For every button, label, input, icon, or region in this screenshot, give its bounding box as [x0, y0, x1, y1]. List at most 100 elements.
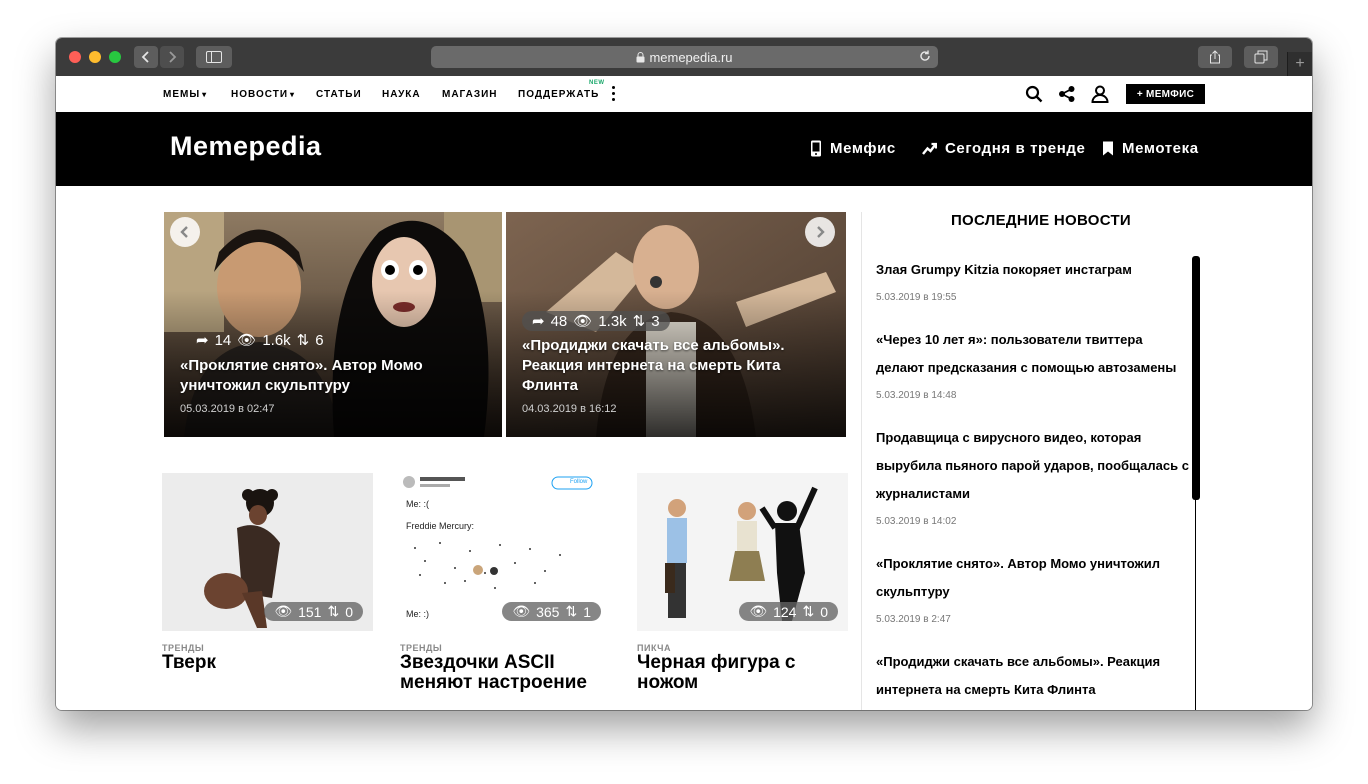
- chevron-right-icon: [169, 51, 177, 63]
- minimize-window-button[interactable]: [89, 51, 101, 63]
- address-bar[interactable]: memepedia.ru: [431, 46, 938, 68]
- card-title[interactable]: Черная фигура с ножом: [637, 653, 852, 693]
- eye-icon: 👁: [274, 603, 293, 619]
- news-date: 5.03.2019 в 14:02: [876, 516, 957, 527]
- url-text: memepedia.ru: [649, 49, 733, 65]
- back-button[interactable]: [134, 46, 158, 68]
- forward-button[interactable]: [160, 46, 184, 68]
- chevron-down-icon: ▾: [290, 90, 296, 99]
- news-title[interactable]: Злая Grumpy Kitzia покоряет инстаграм: [876, 256, 1192, 284]
- slider-item[interactable]: ➦ 14 👁 1.6k ⇅ 6 «Проклятие снято». Автор Мо…: [164, 212, 502, 437]
- slider-next-button[interactable]: [805, 217, 835, 247]
- sidebar-scrollbar[interactable]: [1192, 256, 1200, 500]
- lock-icon: [636, 51, 645, 62]
- card-stats: 👁 124 ⇅ 0: [739, 602, 838, 621]
- share-arrow-icon: ➦: [532, 313, 545, 330]
- latest-news-sidebar: ПОСЛЕДНИЕ НОВОСТИ Злая Grumpy Kitzia пок…: [861, 212, 1202, 710]
- votes-icon: ⇅: [565, 603, 578, 619]
- slide-date: 04.03.2019 в 16:12: [522, 403, 617, 415]
- article-card[interactable]: 👁 151 ⇅ 0 ТРЕНДЫ Тверк: [162, 473, 373, 673]
- news-item[interactable]: «Проклятие снято». Автор Момо уничтожил …: [876, 550, 1192, 625]
- tabs-overview-button[interactable]: [1244, 46, 1278, 68]
- tweet-line: Freddie Mercury:: [406, 521, 475, 531]
- trend-icon: [922, 142, 937, 155]
- share-network-icon[interactable]: [1058, 85, 1076, 103]
- news-date: 5.03.2019 в 14:48: [876, 390, 957, 401]
- share-button[interactable]: [1198, 46, 1232, 68]
- chevron-left-icon: [180, 226, 188, 238]
- browser-toolbar: memepedia.ru +: [56, 38, 1312, 77]
- nav-item-shop[interactable]: МАГАЗИН: [442, 89, 498, 100]
- tweet-line: Me: :(: [406, 499, 430, 509]
- browser-window: memepedia.ru + МЕМЫ ▾ НОВОСТИ ▾ СТАТЬИ НАУ…: [56, 38, 1312, 710]
- news-title[interactable]: «Проклятие снято». Автор Момо уничтожил …: [876, 550, 1192, 606]
- news-item[interactable]: «Через 10 лет я»: пользователи твиттера …: [876, 326, 1192, 401]
- tweet-line: Me: :): [406, 609, 430, 619]
- reload-icon[interactable]: [918, 49, 932, 63]
- card-thumbnail[interactable]: 👁 151 ⇅ 0: [162, 473, 373, 631]
- card-thumbnail[interactable]: 👁 124 ⇅ 0: [637, 473, 848, 631]
- article-card[interactable]: Follow Me: :( Freddie Mercury: Me: :) 👁 3…: [400, 473, 611, 693]
- tabs-icon: [1254, 50, 1268, 64]
- news-date: 5.03.2019 в 2:47: [876, 614, 951, 625]
- votes-icon: ⇅: [802, 603, 815, 619]
- share-icon: [1210, 50, 1220, 64]
- news-date: 5.03.2019 в 19:55: [876, 292, 957, 303]
- slider-prev-button[interactable]: [170, 217, 200, 247]
- header-link-memfis[interactable]: Мемфис: [810, 140, 896, 157]
- nav-item-news[interactable]: НОВОСТИ ▾: [231, 89, 295, 100]
- header-link-trending[interactable]: Сегодня в тренде: [922, 140, 1085, 157]
- share-arrow-icon: ➦: [196, 332, 209, 349]
- news-title[interactable]: Продавщица с вирусного видео, которая вы…: [876, 424, 1192, 508]
- article-card[interactable]: 👁 124 ⇅ 0 ПИКЧА Черная фигура с ножом: [637, 473, 848, 693]
- card-title[interactable]: Тверк: [162, 653, 377, 673]
- nav-item-support[interactable]: ПОДДЕРЖАТЬ: [518, 89, 599, 100]
- news-item[interactable]: Злая Grumpy Kitzia покоряет инстаграм 5.…: [876, 256, 1192, 303]
- votes-icon: ⇅: [296, 332, 310, 349]
- chevron-left-icon: [141, 51, 149, 63]
- close-window-button[interactable]: [69, 51, 81, 63]
- zoom-window-button[interactable]: [109, 51, 121, 63]
- sidebar-title: ПОСЛЕДНИЕ НОВОСТИ: [950, 212, 1132, 229]
- card-thumbnail[interactable]: Follow Me: :( Freddie Mercury: Me: :) 👁 3…: [400, 473, 611, 631]
- slide-stats: ➦ 48 👁 1.3k ⇅ 3: [522, 311, 670, 331]
- top-navigation: МЕМЫ ▾ НОВОСТИ ▾ СТАТЬИ НАУКА МАГАЗИН ПОДД…: [56, 76, 1312, 112]
- sidebar-icon: [206, 51, 222, 63]
- votes-icon: ⇅: [632, 313, 646, 330]
- votes-icon: ⇅: [327, 603, 340, 619]
- chevron-down-icon: ▾: [202, 90, 208, 99]
- phone-icon: [811, 140, 821, 157]
- add-memfis-button[interactable]: + МЕМФИС: [1126, 84, 1205, 104]
- eye-icon: 👁: [573, 313, 593, 330]
- eye-icon: 👁: [749, 603, 768, 619]
- search-icon[interactable]: [1025, 85, 1043, 103]
- card-stats: 👁 365 ⇅ 1: [502, 602, 601, 621]
- news-title[interactable]: «Продиджи скачать все альбомы». Реакция …: [876, 648, 1192, 704]
- card-title[interactable]: Звездочки ASCII меняют настроение: [400, 653, 615, 693]
- new-badge: NEW: [589, 80, 605, 86]
- user-icon[interactable]: [1091, 85, 1109, 103]
- slider-item[interactable]: ➦ 48 👁 1.3k ⇅ 3 «Продиджи скачать все альбо…: [506, 212, 846, 437]
- news-item[interactable]: «Продиджи скачать все альбомы». Реакция …: [876, 648, 1192, 704]
- slide-date: 05.03.2019 в 02:47: [180, 403, 275, 415]
- header-link-memoteka[interactable]: Мемотека: [1102, 140, 1199, 157]
- news-title[interactable]: «Через 10 лет я»: пользователи твиттера …: [876, 326, 1192, 382]
- slide-title[interactable]: «Проклятие снято». Автор Момо уничтожил …: [180, 356, 480, 396]
- news-item[interactable]: Продавщица с вирусного видео, которая вы…: [876, 424, 1192, 527]
- nav-item-articles[interactable]: СТАТЬИ: [316, 89, 362, 100]
- bookmark-icon: [1103, 141, 1113, 156]
- eye-icon: 👁: [237, 332, 257, 349]
- card-stats: 👁 151 ⇅ 0: [264, 602, 363, 621]
- sidebar-toggle-button[interactable]: [196, 46, 232, 68]
- nav-item-memes[interactable]: МЕМЫ ▾: [163, 89, 207, 100]
- follow-button: Follow: [570, 479, 588, 485]
- eye-icon: 👁: [512, 603, 531, 619]
- nav-item-science[interactable]: НАУКА: [382, 89, 421, 100]
- more-menu-icon[interactable]: [612, 86, 616, 104]
- page-content: МЕМЫ ▾ НОВОСТИ ▾ СТАТЬИ НАУКА МАГАЗИН ПОДД…: [56, 76, 1312, 710]
- new-tab-button[interactable]: +: [1287, 52, 1312, 76]
- chevron-right-icon: [817, 226, 825, 238]
- slide-stats: ➦ 14 👁 1.6k ⇅ 6: [196, 331, 324, 350]
- slide-title[interactable]: «Продиджи скачать все альбомы». Реакция …: [522, 336, 822, 396]
- site-logo[interactable]: Memepedia: [170, 131, 322, 162]
